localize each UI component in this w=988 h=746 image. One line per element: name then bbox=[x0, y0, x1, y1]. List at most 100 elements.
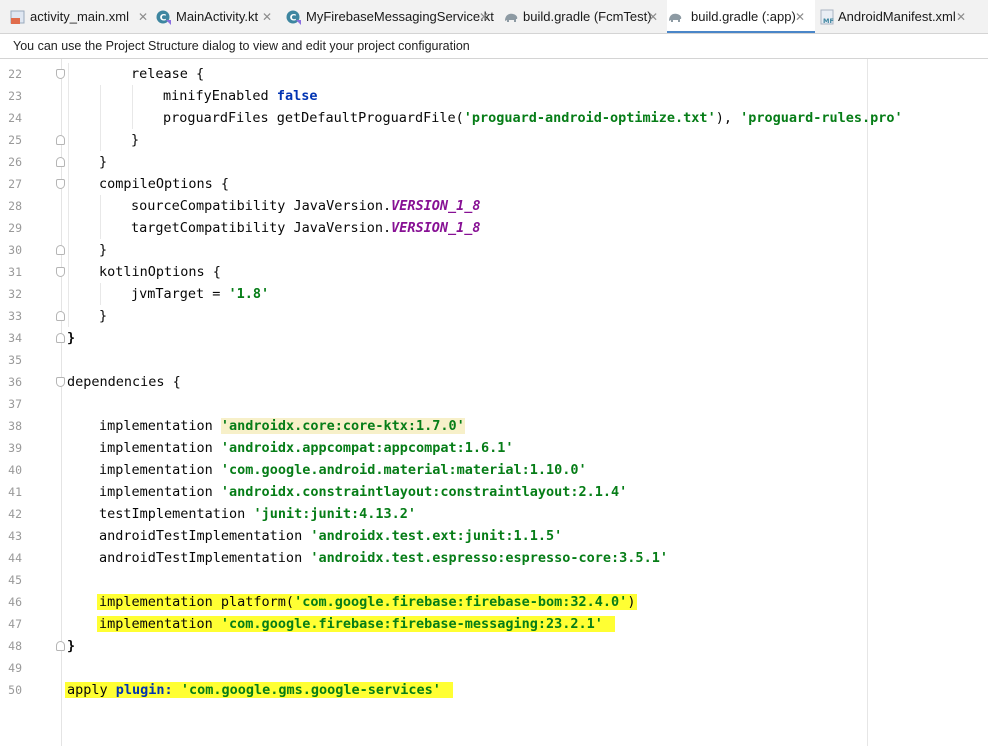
code-token: implementation platform( bbox=[99, 594, 295, 610]
code-line-27: compileOptions { bbox=[99, 173, 229, 195]
code-keyword: plugin: bbox=[115, 682, 173, 698]
code-constant: VERSION_1_8 bbox=[391, 198, 481, 214]
tab-activity-main-xml[interactable]: activity_main.xml ✕ bbox=[10, 0, 156, 33]
tab-mainactivity-kt[interactable]: C MainActivity.kt ✕ bbox=[156, 0, 286, 33]
code-token: ), bbox=[715, 110, 741, 126]
line-number: 39 bbox=[8, 441, 22, 455]
indent-guide bbox=[132, 85, 133, 129]
tab-label: build.gradle (FcmTest) bbox=[523, 9, 652, 24]
fold-marker-icon[interactable] bbox=[56, 311, 65, 321]
close-icon[interactable]: ✕ bbox=[795, 0, 805, 33]
line-number: 34 bbox=[8, 331, 22, 345]
line-number: 41 bbox=[8, 485, 22, 499]
close-icon[interactable]: ✕ bbox=[648, 0, 658, 33]
line-number: 49 bbox=[8, 661, 22, 675]
close-icon[interactable]: ✕ bbox=[956, 0, 966, 33]
code-token: minifyEnabled bbox=[163, 88, 269, 104]
manifest-icon: MF bbox=[820, 9, 834, 25]
code-line-41: implementation 'androidx.constraintlayou… bbox=[99, 481, 627, 503]
svg-text:MF: MF bbox=[823, 17, 834, 25]
line-number: 27 bbox=[8, 177, 22, 191]
code-string: 'androidx.appcompat:appcompat:1.6.1' bbox=[220, 440, 514, 456]
line-number: 22 bbox=[8, 67, 22, 81]
fold-marker-icon[interactable] bbox=[56, 641, 65, 651]
code-string: 'com.google.firebase:firebase-bom:32.4.0… bbox=[294, 594, 628, 610]
fold-marker-icon[interactable] bbox=[56, 377, 65, 387]
line-number: 29 bbox=[8, 221, 22, 235]
indent-guide bbox=[100, 85, 101, 151]
tab-androidmanifest-xml[interactable]: MF AndroidManifest.xml ✕ bbox=[818, 0, 988, 33]
tab-label: activity_main.xml bbox=[30, 9, 129, 24]
project-structure-notice: You can use the Project Structure dialog… bbox=[0, 34, 988, 59]
code-token: { bbox=[212, 176, 230, 192]
code-token: implementation bbox=[99, 616, 221, 632]
code-line-42: testImplementation 'junit:junit:4.13.2' bbox=[99, 503, 416, 525]
code-string: 'androidx.core:core-ktx:1.7.0' bbox=[220, 418, 465, 434]
code-line-46: implementation platform('com.google.fire… bbox=[97, 591, 638, 613]
fold-marker-icon[interactable] bbox=[56, 245, 65, 255]
line-number: 36 bbox=[8, 375, 22, 389]
code-token: { bbox=[164, 374, 181, 390]
line-number: 25 bbox=[8, 133, 22, 147]
tab-label: MainActivity.kt bbox=[176, 9, 259, 24]
line-number: 38 bbox=[8, 419, 22, 433]
tab-label: MyFirebaseMessagingService.kt bbox=[306, 9, 494, 24]
code-token: proguardFiles getDefaultProguardFile( bbox=[163, 110, 464, 126]
fold-marker-icon[interactable] bbox=[56, 267, 65, 277]
code-line-36: dependencies { bbox=[67, 371, 181, 393]
code-string: 'proguard-rules.pro' bbox=[740, 110, 903, 126]
tab-myfirebasemessagingservice-kt[interactable]: C MyFirebaseMessagingService.kt ✕ bbox=[286, 0, 501, 33]
close-icon[interactable]: ✕ bbox=[262, 0, 272, 33]
line-number: 47 bbox=[8, 617, 22, 631]
fold-marker-icon[interactable] bbox=[56, 179, 65, 189]
code-editor[interactable]: 22 23 24 25 26 27 28 29 30 31 32 33 34 3… bbox=[0, 59, 988, 746]
fold-marker-icon[interactable] bbox=[56, 69, 65, 79]
tab-build-gradle-fcmtest[interactable]: build.gradle (FcmTest) ✕ bbox=[503, 0, 667, 33]
fold-marker-icon[interactable] bbox=[56, 157, 65, 167]
line-number: 37 bbox=[8, 397, 22, 411]
code-token: implementation bbox=[99, 440, 221, 456]
indent-guide bbox=[100, 195, 101, 239]
line-number: 43 bbox=[8, 529, 22, 543]
code-token: implementation bbox=[99, 418, 221, 434]
code-token: androidTestImplementation bbox=[99, 550, 311, 566]
code-token: jvmTarget = bbox=[131, 286, 229, 302]
line-number: 44 bbox=[8, 551, 22, 565]
code-line-25: } bbox=[131, 132, 140, 148]
code-string: 'junit:junit:4.13.2' bbox=[253, 506, 416, 522]
code-string: 'com.google.gms.google-services' bbox=[180, 682, 441, 698]
line-number: 33 bbox=[8, 309, 22, 323]
code-token: { bbox=[204, 264, 221, 280]
line-number: 35 bbox=[8, 353, 22, 367]
tab-label: AndroidManifest.xml bbox=[838, 9, 956, 24]
fold-marker-icon[interactable] bbox=[56, 135, 65, 145]
tab-label: build.gradle (:app) bbox=[691, 9, 796, 24]
code-string: 'com.google.android.material:material:1.… bbox=[220, 462, 587, 478]
code-token: implementation bbox=[99, 462, 221, 478]
code-keyword: false bbox=[276, 88, 318, 104]
close-icon[interactable]: ✕ bbox=[479, 0, 489, 33]
code-string: '1.8' bbox=[228, 286, 270, 302]
code-token: sourceCompatibility JavaVersion. bbox=[131, 198, 392, 214]
code-line-26: } bbox=[99, 154, 108, 170]
xml-layout-icon bbox=[10, 10, 25, 24]
code-line-40: implementation 'com.google.android.mater… bbox=[99, 459, 587, 481]
tab-build-gradle-app[interactable]: build.gradle (:app) ✕ bbox=[667, 0, 815, 33]
code-line-23: minifyEnabled false bbox=[163, 85, 317, 107]
svg-text:C: C bbox=[160, 14, 167, 24]
line-number: 24 bbox=[8, 111, 22, 125]
fold-marker-icon[interactable] bbox=[56, 333, 65, 343]
line-number: 45 bbox=[8, 573, 22, 587]
indent-guide bbox=[68, 63, 69, 327]
line-number: 23 bbox=[8, 89, 22, 103]
line-number: 30 bbox=[8, 243, 22, 257]
close-icon[interactable]: ✕ bbox=[138, 0, 148, 33]
code-line-33: } bbox=[99, 308, 108, 324]
gradle-elephant-icon bbox=[505, 13, 518, 22]
code-line-48: } bbox=[67, 638, 76, 654]
editor-tab-bar: activity_main.xml ✕ C MainActivity.kt ✕ … bbox=[0, 0, 988, 34]
line-number: 48 bbox=[8, 639, 22, 653]
code-line-50: apply plugin: 'com.google.gms.google-ser… bbox=[65, 679, 453, 701]
code-token: release bbox=[131, 66, 188, 82]
